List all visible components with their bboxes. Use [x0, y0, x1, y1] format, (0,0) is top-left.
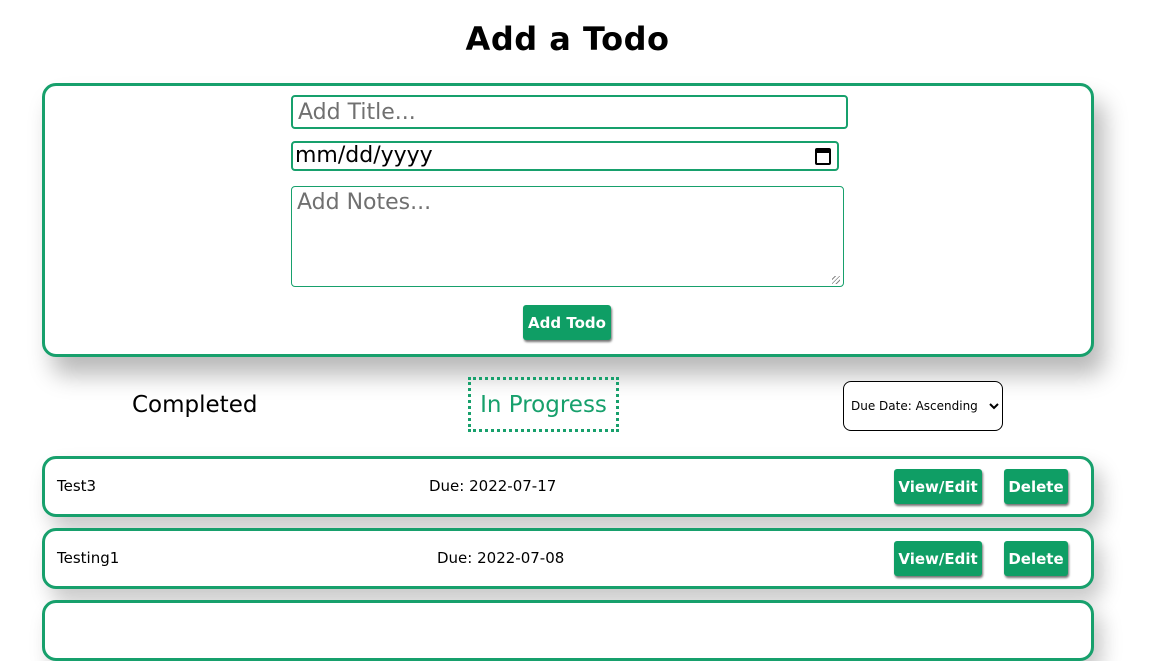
- add-todo-form: mm/dd/yyyy Add Todo: [42, 83, 1094, 357]
- calendar-icon[interactable]: [815, 147, 831, 165]
- todo-row: Test3 Due: 2022-07-17 View/Edit Delete: [42, 456, 1094, 517]
- add-todo-button[interactable]: Add Todo: [523, 305, 611, 340]
- title-input[interactable]: [291, 95, 848, 129]
- todo-row: Testing1 Due: 2022-07-08 View/Edit Delet…: [42, 528, 1094, 589]
- todo-due-date: Due: 2022-07-17: [429, 477, 557, 495]
- due-date-input[interactable]: mm/dd/yyyy: [291, 141, 839, 171]
- filter-completed-tab[interactable]: Completed: [132, 392, 257, 418]
- todo-title: Test3: [57, 477, 97, 495]
- filter-in-progress-label: In Progress: [480, 391, 607, 418]
- sort-select[interactable]: Due Date: Ascending: [843, 381, 1003, 431]
- todo-row: [42, 600, 1094, 661]
- delete-button[interactable]: Delete: [1004, 469, 1068, 504]
- todo-title: Testing1: [57, 549, 120, 567]
- todo-due-date: Due: 2022-07-08: [437, 549, 565, 567]
- page-title: Add a Todo: [465, 20, 670, 58]
- view-edit-button[interactable]: View/Edit: [894, 541, 982, 576]
- delete-button[interactable]: Delete: [1004, 541, 1068, 576]
- filter-in-progress-tab[interactable]: In Progress: [468, 377, 619, 432]
- notes-input[interactable]: [291, 186, 844, 287]
- due-date-value: mm/dd/yyyy: [295, 143, 433, 168]
- view-edit-button[interactable]: View/Edit: [894, 469, 982, 504]
